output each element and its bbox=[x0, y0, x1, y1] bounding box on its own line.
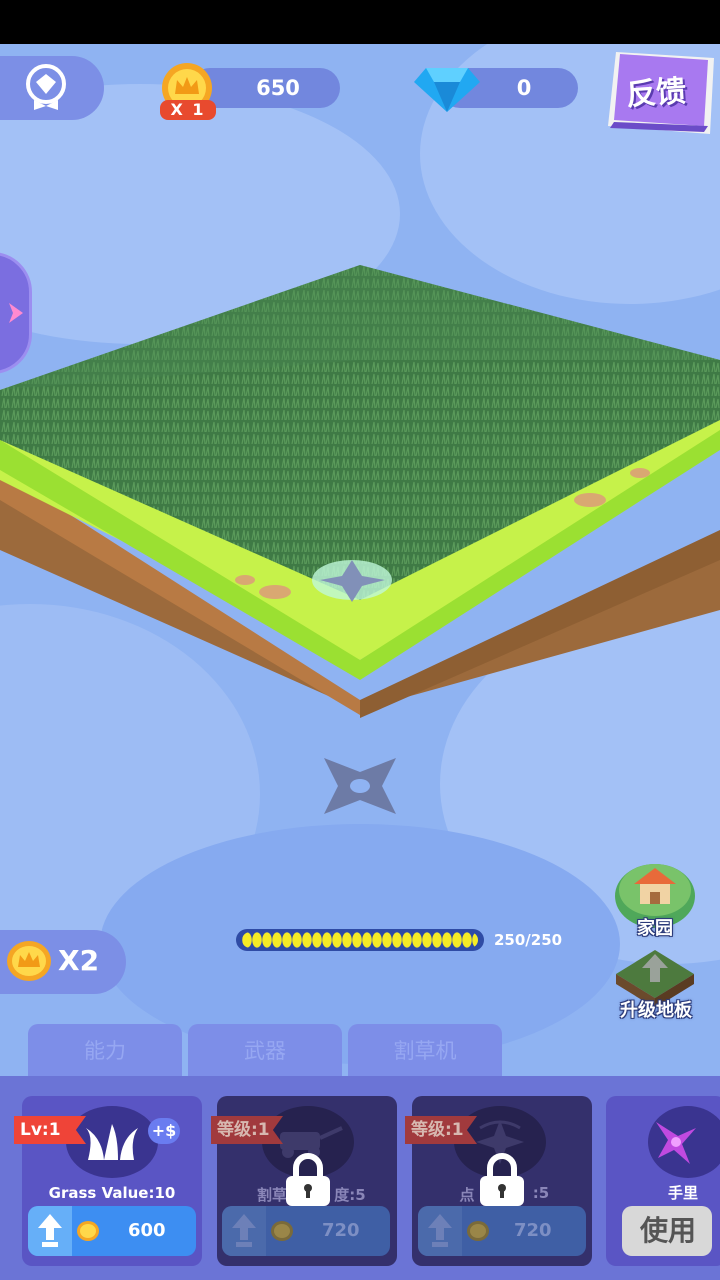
double-coin-label: X2 bbox=[58, 944, 100, 977]
weapon-card-caption: 手里 bbox=[668, 1184, 699, 1202]
shuriken-icon bbox=[324, 758, 396, 814]
upgrade-arrow-icon bbox=[38, 1214, 62, 1247]
points-caption-right: :5 bbox=[532, 1184, 550, 1202]
mower-level-badge: 等级:1 bbox=[211, 1116, 283, 1144]
status-bar bbox=[0, 0, 720, 44]
upgrade-arrow-icon bbox=[428, 1214, 452, 1247]
lock-icon bbox=[286, 1153, 330, 1206]
coin-icon bbox=[467, 1221, 489, 1241]
gem-count: 0 bbox=[516, 76, 532, 100]
progress-fill bbox=[242, 932, 478, 948]
grass-icon bbox=[86, 1124, 138, 1160]
grass-value-caption: Grass Value:10 bbox=[48, 1184, 176, 1202]
progress-bar bbox=[236, 929, 484, 951]
mower-caption-right: 度:5 bbox=[334, 1186, 366, 1204]
coin-multiplier-badge: X 1 bbox=[160, 100, 216, 120]
tab-lawnmower[interactable]: 割草机 bbox=[348, 1024, 502, 1078]
coin-count: 650 bbox=[256, 76, 300, 100]
grass-upgrade-price: 600 bbox=[128, 1220, 166, 1241]
crown-coin-icon bbox=[7, 941, 51, 981]
points-level-badge: 等级:1 bbox=[405, 1116, 477, 1144]
purple-shuriken-icon bbox=[656, 1122, 696, 1164]
tab-ability[interactable]: 能力 bbox=[28, 1024, 182, 1078]
points-upgrade-button[interactable]: 720 bbox=[418, 1206, 586, 1256]
upgrade-land-label: 升级地板 bbox=[620, 1000, 692, 1021]
progress-text: 250/250 bbox=[494, 931, 563, 949]
feedback-label: 反馈 bbox=[625, 73, 688, 114]
tab-weapon[interactable]: 武器 bbox=[188, 1024, 342, 1078]
achievement-button[interactable] bbox=[0, 56, 104, 120]
mower-upgrade-button[interactable]: 720 bbox=[222, 1206, 390, 1256]
coin-icon bbox=[77, 1221, 99, 1241]
weapon-icon-circle bbox=[648, 1106, 720, 1178]
grass-bonus-badge: +$ bbox=[148, 1118, 180, 1144]
grass-level-badge: Lv:1 bbox=[14, 1116, 86, 1144]
diamond-icon bbox=[414, 68, 480, 112]
mower-upgrade-price: 720 bbox=[322, 1220, 360, 1241]
use-weapon-button[interactable]: 使用 bbox=[622, 1206, 712, 1256]
coin-icon bbox=[271, 1221, 293, 1241]
lock-icon bbox=[480, 1153, 524, 1206]
grass-field bbox=[0, 265, 720, 718]
home-label: 家园 bbox=[637, 918, 673, 939]
achievement-icon bbox=[26, 64, 66, 110]
upgrade-arrow-icon bbox=[232, 1214, 256, 1247]
points-upgrade-price: 720 bbox=[514, 1220, 552, 1241]
grass-upgrade-button[interactable]: 600 bbox=[28, 1206, 196, 1256]
